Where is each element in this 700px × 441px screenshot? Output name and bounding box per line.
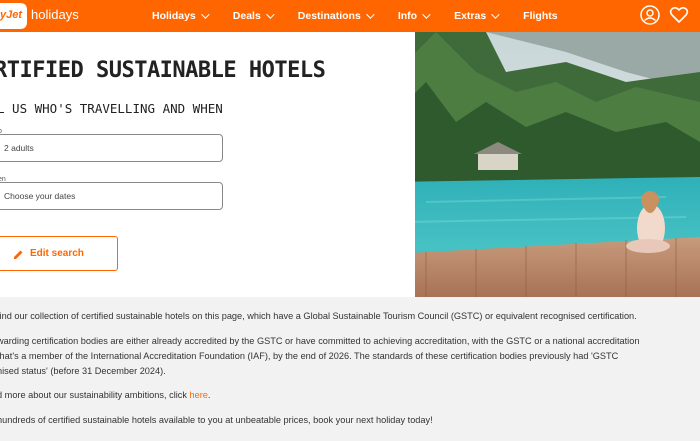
edit-search-button[interactable]: Edit search bbox=[0, 236, 118, 271]
nav-item-deals[interactable]: Deals bbox=[232, 10, 275, 22]
paragraph-3-text: d more about our sustainability ambition… bbox=[0, 390, 190, 400]
nav-item-label: Info bbox=[397, 10, 418, 22]
intro-paragraph-4: hundreds of certified sustainable hotels… bbox=[0, 415, 433, 425]
page-title: RTIFIED SUSTAINABLE HOTELS bbox=[0, 58, 326, 83]
intro-paragraph-2-line-3: nised status' (before 31 December 2024). bbox=[0, 366, 166, 376]
heart-icon[interactable] bbox=[669, 5, 689, 25]
intro-paragraph-1: find our collection of certified sustain… bbox=[0, 311, 637, 321]
nav-item-destinations[interactable]: Destinations bbox=[297, 10, 375, 22]
chevron-down-icon bbox=[422, 10, 431, 19]
paragraph-3-suffix: . bbox=[207, 390, 211, 400]
top-nav: yJet holidays Holidays Deals Destination… bbox=[0, 0, 700, 32]
dates-field[interactable]: Choose your dates bbox=[0, 182, 223, 210]
chevron-down-icon bbox=[365, 10, 375, 19]
nav-item-label: Deals bbox=[232, 10, 261, 22]
nav-item-flights[interactable]: Flights bbox=[523, 10, 557, 22]
dates-placeholder: Choose your dates bbox=[4, 191, 76, 201]
nav-item-info[interactable]: Info bbox=[397, 10, 431, 22]
intro-paragraph-2-line-2: that's a member of the International Acc… bbox=[0, 351, 619, 361]
edit-search-label: Edit search bbox=[30, 248, 84, 259]
user-icon[interactable] bbox=[640, 5, 660, 25]
nav-item-label: Holidays bbox=[152, 10, 196, 22]
intro-paragraph-3: d more about our sustainability ambition… bbox=[0, 388, 210, 403]
nav-item-extras[interactable]: Extras bbox=[454, 10, 500, 22]
hero-image bbox=[366, 32, 700, 297]
logo-holidays-text: holidays bbox=[31, 7, 79, 22]
chevron-down-icon bbox=[265, 10, 275, 19]
lake-scene-image bbox=[366, 32, 700, 297]
search-subtitle: L US WHO'S TRAVELLING AND WHEN bbox=[0, 101, 223, 116]
brand-logo[interactable]: yJet holidays bbox=[0, 0, 100, 32]
intro-paragraph-2-line-1: warding certification bodies are either … bbox=[0, 336, 640, 346]
travellers-value: 2 adults bbox=[4, 143, 34, 153]
pencil-icon bbox=[14, 250, 23, 259]
sustainability-link[interactable]: here bbox=[190, 390, 208, 400]
chevron-down-icon bbox=[200, 10, 210, 19]
travellers-field[interactable]: 2 adults bbox=[0, 134, 223, 162]
chevron-down-icon bbox=[491, 10, 500, 19]
nav-item-label: Destinations bbox=[297, 10, 361, 22]
main-menu: Holidays Deals Destinations Info Extras … bbox=[152, 0, 584, 32]
nav-item-holidays[interactable]: Holidays bbox=[152, 10, 210, 22]
nav-item-label: Extras bbox=[454, 10, 487, 22]
logo-text: yJet bbox=[0, 9, 23, 21]
nav-item-label: Flights bbox=[523, 10, 558, 22]
